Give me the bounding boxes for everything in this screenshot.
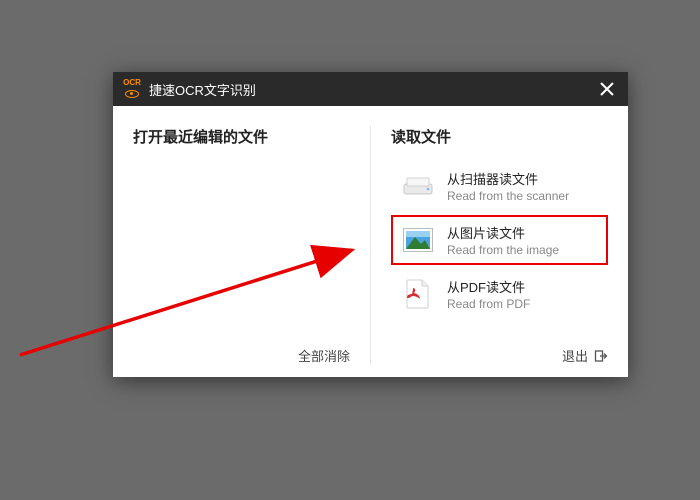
close-button[interactable] bbox=[592, 74, 622, 104]
option-text: 从图片读文件 Read from the image bbox=[447, 223, 559, 257]
option-text: 从扫描器读文件 Read from the scanner bbox=[447, 169, 569, 203]
exit-icon bbox=[594, 349, 608, 363]
recent-files-panel: 打开最近编辑的文件 全部消除 bbox=[133, 126, 370, 365]
option-read-from-image[interactable]: 从图片读文件 Read from the image bbox=[391, 215, 608, 265]
recent-files-header: 打开最近编辑的文件 bbox=[133, 126, 350, 147]
titlebar: OCR 捷速OCR文字识别 bbox=[113, 72, 628, 106]
app-ocr-icon: OCR bbox=[121, 78, 143, 100]
option-text: 从PDF读文件 Read from PDF bbox=[447, 277, 530, 311]
image-icon bbox=[401, 223, 435, 257]
option-read-from-scanner[interactable]: 从扫描器读文件 Read from the scanner bbox=[391, 161, 608, 211]
option-title: 从图片读文件 bbox=[447, 223, 559, 242]
scanner-icon bbox=[401, 169, 435, 203]
option-title: 从PDF读文件 bbox=[447, 277, 530, 296]
option-title: 从扫描器读文件 bbox=[447, 169, 569, 188]
read-file-header: 读取文件 bbox=[391, 126, 608, 147]
dialog-body: 打开最近编辑的文件 全部消除 读取文件 从扫描器读文件 Read from th bbox=[113, 106, 628, 377]
option-subtitle: Read from the image bbox=[447, 243, 559, 257]
ocr-start-dialog: OCR 捷速OCR文字识别 打开最近编辑的文件 全部消除 读取文件 bbox=[113, 72, 628, 377]
option-subtitle: Read from PDF bbox=[447, 297, 530, 311]
option-read-from-pdf[interactable]: 从PDF读文件 Read from PDF bbox=[391, 269, 608, 319]
pdf-icon bbox=[401, 277, 435, 311]
close-icon bbox=[600, 82, 614, 96]
option-subtitle: Read from the scanner bbox=[447, 189, 569, 203]
app-title: 捷速OCR文字识别 bbox=[149, 80, 592, 99]
clear-all-link[interactable]: 全部消除 bbox=[298, 346, 350, 365]
exit-link[interactable]: 退出 bbox=[562, 346, 588, 365]
read-file-panel: 读取文件 从扫描器读文件 Read from the scanner bbox=[370, 126, 608, 365]
